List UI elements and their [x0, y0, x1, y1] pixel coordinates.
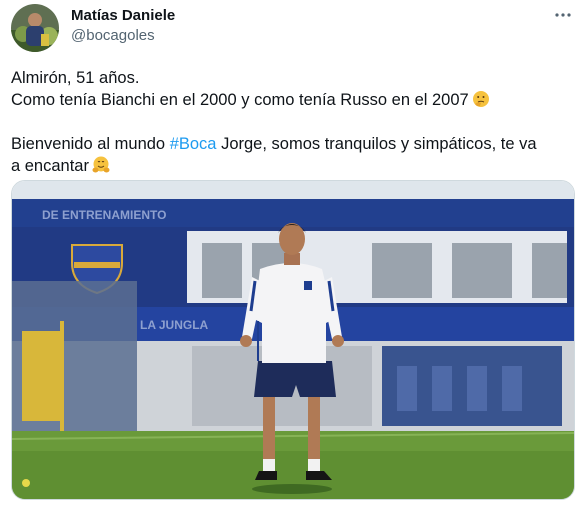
building-sign-top: DE ENTRENAMIENTO — [42, 208, 166, 222]
tweet-line-4: a encantar — [11, 155, 576, 177]
building-sign-bottom: LA JUNGLA — [140, 318, 209, 332]
tweet-line-3-before: Bienvenido al mundo — [11, 135, 170, 153]
author-display-name[interactable]: Matías Daniele — [71, 7, 175, 24]
tweet-line-2-text: Como tenía Bianchi en el 2000 y como ten… — [11, 91, 469, 109]
tweet-photo[interactable]: DE ENTRENAMIENTO LA JUNGLA — [11, 180, 575, 500]
hashtag-link[interactable]: #Boca — [170, 135, 217, 153]
tweet-card: Matías Daniele @bocagoles Almirón, 51 añ… — [0, 0, 586, 505]
tweet-line-3: Bienvenido al mundo #Boca Jorge, somos t… — [11, 133, 576, 155]
tweet-line-2: Como tenía Bianchi en el 2000 y como ten… — [11, 89, 576, 111]
hugging-face-icon — [92, 156, 110, 174]
tweet-line-1: Almirón, 51 años. — [11, 69, 140, 87]
photo-coach-on-training-field-icon: DE ENTRENAMIENTO LA JUNGLA — [12, 181, 574, 499]
tweet-line-4-text: a encantar — [11, 157, 89, 175]
author-handle[interactable]: @bocagoles — [71, 27, 155, 44]
thinking-face-icon — [472, 90, 490, 108]
tweet-line-3-after: Jorge, somos tranquilos y simpáticos, te… — [216, 135, 537, 153]
profile-photo-icon — [11, 4, 59, 52]
tweet-text: Almirón, 51 años. Como tenía Bianchi en … — [11, 67, 576, 177]
more-options-icon[interactable] — [554, 6, 572, 24]
avatar[interactable] — [11, 4, 59, 52]
